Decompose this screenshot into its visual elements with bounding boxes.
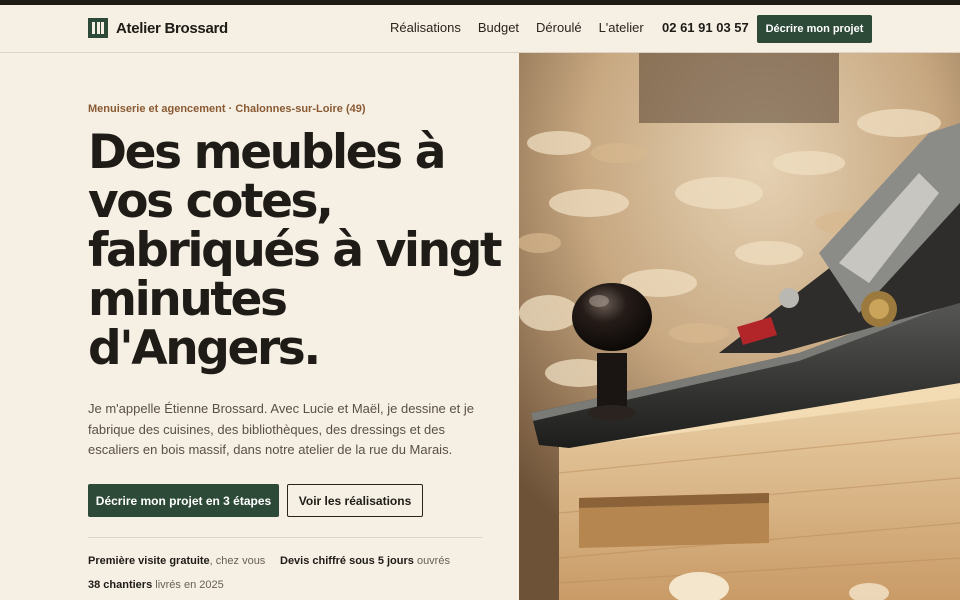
nav-item-deroule[interactable]: Déroulé (536, 20, 582, 35)
nav-item-atelier[interactable]: L'atelier (599, 20, 644, 35)
site-header: Atelier Brossard Réalisations Budget Dér… (0, 5, 960, 53)
divider (88, 537, 482, 538)
hero-title-line: Des meubles à (88, 125, 446, 180)
hero-title-line: fabriqués à vingt (88, 223, 502, 278)
fact-projects-count: 38 chantiers livrés en 2025 (88, 579, 224, 591)
nav-item-realisations[interactable]: Réalisations (390, 20, 461, 35)
header-cta-button[interactable]: Décrire mon projet (757, 15, 872, 43)
fact-free-visit: Première visite gratuite, chez vous (88, 555, 266, 567)
view-work-button[interactable]: Voir les réalisations (287, 484, 423, 517)
hero-title-line: vos cotes, (88, 174, 334, 229)
brand-link[interactable]: Atelier Brossard (88, 18, 228, 38)
hero-title-line: minutes (88, 272, 288, 327)
nav-item-budget[interactable]: Budget (478, 20, 519, 35)
logo-icon (88, 18, 108, 38)
describe-project-button[interactable]: Décrire mon projet en 3 étapes (88, 484, 279, 517)
hero-eyebrow: Menuiserie et agencement · Chalonnes-sur… (88, 103, 366, 115)
hero-lead: Je m'appelle Étienne Brossard. Avec Luci… (88, 401, 474, 457)
fact-quote-delay: Devis chiffré sous 5 jours ouvrés (280, 555, 450, 567)
phone-link[interactable]: 02 61 91 03 57 (662, 20, 749, 35)
hero-title: Des meubles à vos cotes, fabriqués à vin… (88, 128, 508, 373)
hero-photo-hand-plane (519, 53, 960, 600)
hero-title-line: d'Angers. (88, 321, 321, 376)
main-nav: Réalisations Budget Déroulé L'atelier (390, 20, 661, 35)
brand-name: Atelier Brossard (116, 19, 228, 37)
